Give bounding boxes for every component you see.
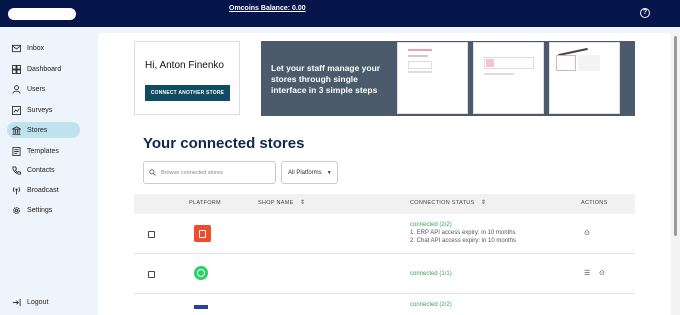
search-icon	[149, 169, 156, 176]
surveys-icon	[12, 105, 21, 115]
sidebar-item-templates[interactable]: Templates	[7, 143, 80, 159]
page-title: Your connected stores	[143, 135, 305, 152]
greeting-text: Hi, Anton Finenko	[145, 60, 224, 71]
header-platform: PLATFORM	[189, 200, 221, 206]
sidebar-item-surveys[interactable]: Surveys	[7, 102, 80, 118]
sidebar-item-users[interactable]: Users	[7, 81, 80, 97]
settings-icon	[12, 206, 21, 215]
omcoins-balance-link[interactable]: Omcoins Balance: 0.00	[229, 5, 306, 12]
whatsapp-icon	[194, 266, 208, 280]
search-input[interactable]: Browse connected stores	[143, 161, 276, 184]
status-text: connected (1/1)	[410, 271, 452, 277]
sidebar-item-dashboard[interactable]: Dashboard	[7, 61, 80, 77]
contacts-icon	[12, 165, 21, 175]
connect-another-store-button[interactable]: CONNECT ANOTHER STORE	[145, 85, 230, 101]
table-row: connected (2/2) 1. ERP API access expiry…	[134, 214, 635, 254]
logout-button[interactable]: Logout	[7, 294, 80, 310]
sidebar-item-label: Dashboard	[27, 65, 62, 73]
settings-action-icon[interactable]: ⊙	[584, 229, 590, 237]
sort-icon[interactable]: ⇕	[481, 199, 486, 206]
platform-filter-select[interactable]: All Platforms ▼	[281, 161, 338, 184]
header-actions: ACTIONS	[581, 200, 608, 206]
sidebar-item-contacts[interactable]: Contacts	[7, 162, 80, 178]
sidebar-item-label: Users	[27, 85, 46, 93]
status-text: connected (2/2)	[410, 222, 452, 228]
logo	[8, 8, 76, 20]
top-bar: Omcoins Balance: 0.00 ?	[0, 0, 680, 27]
connection-status: connected (1/1)	[410, 270, 452, 278]
sidebar-item-label: Templates	[27, 147, 59, 155]
step-2-screenshot	[473, 42, 544, 114]
dashboard-icon	[12, 64, 21, 74]
row-checkbox[interactable]	[148, 271, 155, 278]
connection-status: connected (2/2) 1. ERP API access expiry…	[410, 221, 516, 245]
sidebar-item-label: Settings	[27, 206, 53, 214]
sidebar-item-label: Stores	[27, 126, 48, 134]
edit-action-icon[interactable]: ☰	[584, 269, 590, 277]
logout-icon	[12, 298, 21, 307]
status-detail: 2. Chat API access expiry: in 10 months	[410, 238, 517, 244]
greeting-card: Hi, Anton Finenko CONNECT ANOTHER STORE	[134, 41, 240, 115]
sidebar-item-broadcast[interactable]: Broadcast	[7, 182, 80, 198]
stores-icon	[12, 125, 21, 135]
sidebar-item-stores[interactable]: Stores	[7, 122, 80, 138]
sidebar-item-label: Surveys	[27, 106, 53, 114]
sidebar-item-label: Inbox	[27, 44, 45, 52]
broadcast-icon	[12, 186, 21, 195]
platform-icon	[194, 305, 208, 309]
sidebar-item-settings[interactable]: Settings	[7, 202, 80, 218]
shopee-icon	[194, 225, 211, 242]
templates-icon	[12, 146, 21, 156]
row-checkbox[interactable]	[148, 231, 155, 238]
sidebar-item-label: Contacts	[27, 166, 55, 174]
main-content: Hi, Anton Finenko CONNECT ANOTHER STORE …	[98, 33, 671, 315]
chevron-down-icon: ▼	[326, 169, 332, 176]
status-detail: 1. ERP API access expiry: in 10 months	[410, 230, 516, 236]
header-connection-status[interactable]: CONNECTION STATUS	[410, 200, 474, 206]
header-shop-name[interactable]: SHOP NAME	[258, 200, 294, 206]
users-icon	[12, 84, 21, 94]
platform-filter-value: All Platforms	[288, 169, 322, 176]
table-row: connected (2/2)	[134, 295, 635, 315]
sidebar-item-label: Broadcast	[27, 186, 59, 194]
search-placeholder: Browse connected stores	[161, 169, 223, 176]
inbox-icon	[12, 44, 21, 53]
help-icon[interactable]: ?	[640, 8, 650, 18]
step-1-screenshot	[397, 42, 468, 114]
step-3-screenshot	[549, 42, 620, 114]
connection-status: connected (2/2)	[410, 301, 452, 309]
status-text: connected (2/2)	[410, 302, 452, 308]
scrollbar-thumb[interactable]	[674, 36, 677, 236]
table-row: connected (1/1) ☰ ⊙	[134, 254, 635, 294]
banner-text: Let your staff manage your stores throug…	[271, 63, 381, 95]
settings-action-icon[interactable]: ⊙	[599, 269, 605, 277]
logout-label: Logout	[27, 298, 49, 306]
table-header: PLATFORM SHOP NAME ⇕ CONNECTION STATUS ⇕…	[134, 194, 635, 214]
sidebar-item-inbox[interactable]: Inbox	[7, 40, 80, 56]
promo-banner: Let your staff manage your stores throug…	[261, 41, 635, 116]
sort-icon[interactable]: ⇕	[300, 199, 305, 206]
sidebar: Inbox Dashboard Users Surveys Stores Tem…	[0, 27, 92, 315]
